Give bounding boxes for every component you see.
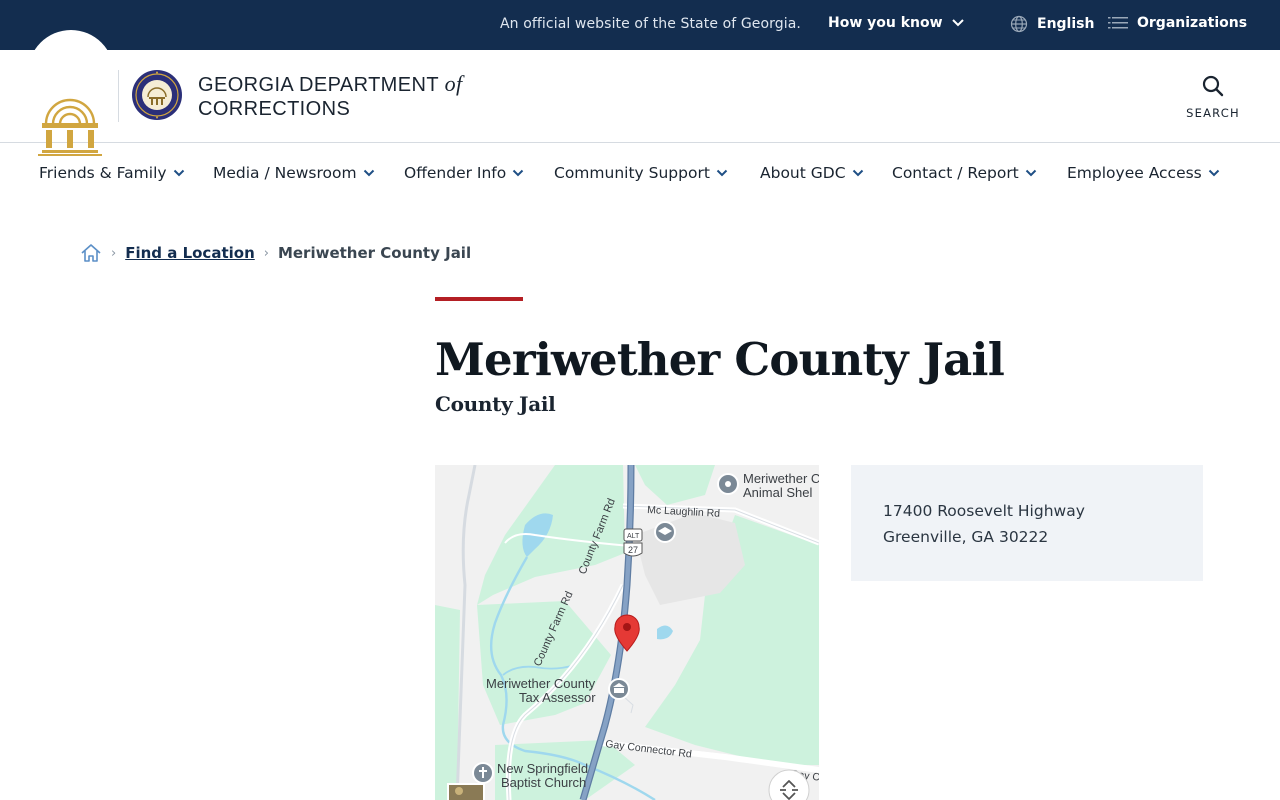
breadcrumb-separator: › bbox=[263, 245, 269, 261]
nav-employee-access[interactable]: Employee Access bbox=[1067, 164, 1220, 182]
search-label: SEARCH bbox=[1186, 106, 1240, 120]
nav-about-gdc[interactable]: About GDC bbox=[760, 164, 864, 182]
breadcrumb-separator: › bbox=[111, 245, 117, 261]
shield-number-label: 27 bbox=[628, 545, 638, 555]
nav-label: Employee Access bbox=[1067, 164, 1202, 182]
official-banner: An official website of the State of Geor… bbox=[0, 0, 1280, 50]
nav-label: Community Support bbox=[554, 164, 710, 182]
map-label-animal-shelter: Meriwether C bbox=[743, 471, 819, 486]
chevron-down-icon bbox=[173, 169, 184, 177]
chevron-down-icon bbox=[1208, 169, 1219, 177]
how-you-know-button[interactable]: How you know bbox=[828, 15, 965, 31]
poi-pin-icon[interactable] bbox=[717, 473, 739, 495]
organizations-label: Organizations bbox=[1137, 15, 1248, 31]
breadcrumb-current: Meriwether County Jail bbox=[277, 244, 472, 262]
map-label-mclaughlin-rd: Mc Laughlin Rd bbox=[647, 504, 721, 520]
address-card: 17400 Roosevelt Highway Greenville, GA 3… bbox=[851, 465, 1203, 581]
chevron-down-icon bbox=[852, 169, 863, 177]
nav-offender-info[interactable]: Offender Info bbox=[404, 164, 524, 182]
agency-name[interactable]: GEORGIA DEPARTMENT of CORRECTIONS bbox=[198, 72, 462, 121]
home-icon[interactable] bbox=[80, 242, 102, 264]
language-selector[interactable]: English bbox=[1010, 15, 1094, 33]
breadcrumb: › Find a Location › Meriwether County Ja… bbox=[80, 241, 471, 265]
nav-label: Friends & Family bbox=[39, 164, 167, 182]
breadcrumb-link-find-location[interactable]: Find a Location bbox=[125, 244, 255, 262]
site-header: GEORGIA DEPARTMENT of CORRECTIONS SEARCH bbox=[0, 30, 1280, 156]
shield-alt-label: ALT bbox=[627, 533, 640, 540]
park-area bbox=[635, 465, 715, 505]
title-accent-bar bbox=[435, 297, 523, 301]
nav-label: Contact / Report bbox=[892, 164, 1019, 182]
map-label-church: New Springfield bbox=[497, 761, 588, 776]
page-subtitle: County Jail bbox=[435, 392, 556, 416]
search-button[interactable]: SEARCH bbox=[1183, 74, 1243, 120]
chevron-down-icon bbox=[363, 169, 374, 177]
page-title: Meriwether County Jail bbox=[435, 333, 1005, 386]
church-icon[interactable] bbox=[472, 762, 494, 784]
map-label-church-2: Baptist Church bbox=[501, 775, 586, 790]
nav-community-support[interactable]: Community Support bbox=[554, 164, 728, 182]
agency-name-line1: GEORGIA DEPARTMENT of bbox=[198, 71, 463, 97]
highway-shield-icon: ALT 27 bbox=[623, 528, 643, 557]
globe-icon bbox=[1010, 15, 1028, 33]
map-label-tax-assessor-2: Tax Assessor bbox=[519, 690, 596, 705]
organizations-button[interactable]: Organizations bbox=[1108, 15, 1247, 31]
map-label-animal-shelter-2: Animal Shel bbox=[743, 485, 812, 500]
agency-name-line2: CORRECTIONS bbox=[198, 98, 351, 120]
address-line-1: 17400 Roosevelt Highway bbox=[883, 502, 1085, 520]
nav-contact-report[interactable]: Contact / Report bbox=[892, 164, 1037, 182]
nav-label: Media / Newsroom bbox=[213, 164, 357, 182]
street-view-thumbnail[interactable] bbox=[447, 783, 485, 800]
how-you-know-label: How you know bbox=[828, 15, 943, 31]
language-label: English bbox=[1037, 16, 1095, 32]
chevron-down-icon bbox=[716, 169, 728, 177]
nav-label: About GDC bbox=[760, 164, 846, 182]
nav-label: Offender Info bbox=[404, 164, 507, 182]
agency-name-of: of bbox=[444, 71, 463, 96]
pond bbox=[657, 625, 673, 640]
chevron-down-icon bbox=[513, 169, 524, 177]
chevron-down-icon bbox=[951, 19, 964, 27]
main-navigation: Friends & Family Media / Newsroom Offend… bbox=[0, 143, 1280, 203]
nav-media-newsroom[interactable]: Media / Newsroom bbox=[213, 164, 375, 182]
school-icon[interactable] bbox=[654, 521, 676, 543]
official-site-text: An official website of the State of Geor… bbox=[500, 16, 801, 32]
chevron-down-icon bbox=[1025, 169, 1036, 177]
location-map[interactable]: Meriwether C Animal Shel Mc Laughlin Rd … bbox=[435, 465, 819, 800]
header-divider bbox=[118, 70, 119, 122]
address-line-2: Greenville, GA 30222 bbox=[883, 528, 1049, 546]
map-canvas: Meriwether C Animal Shel Mc Laughlin Rd … bbox=[435, 465, 819, 800]
search-icon bbox=[1202, 75, 1224, 97]
nav-friends-family[interactable]: Friends & Family bbox=[39, 164, 185, 182]
government-building-icon[interactable] bbox=[608, 678, 630, 700]
map-label-tax-assessor: Meriwether County bbox=[486, 676, 596, 691]
gdc-seal-icon[interactable] bbox=[131, 69, 183, 121]
list-icon bbox=[1108, 17, 1128, 29]
park-area bbox=[435, 605, 460, 800]
